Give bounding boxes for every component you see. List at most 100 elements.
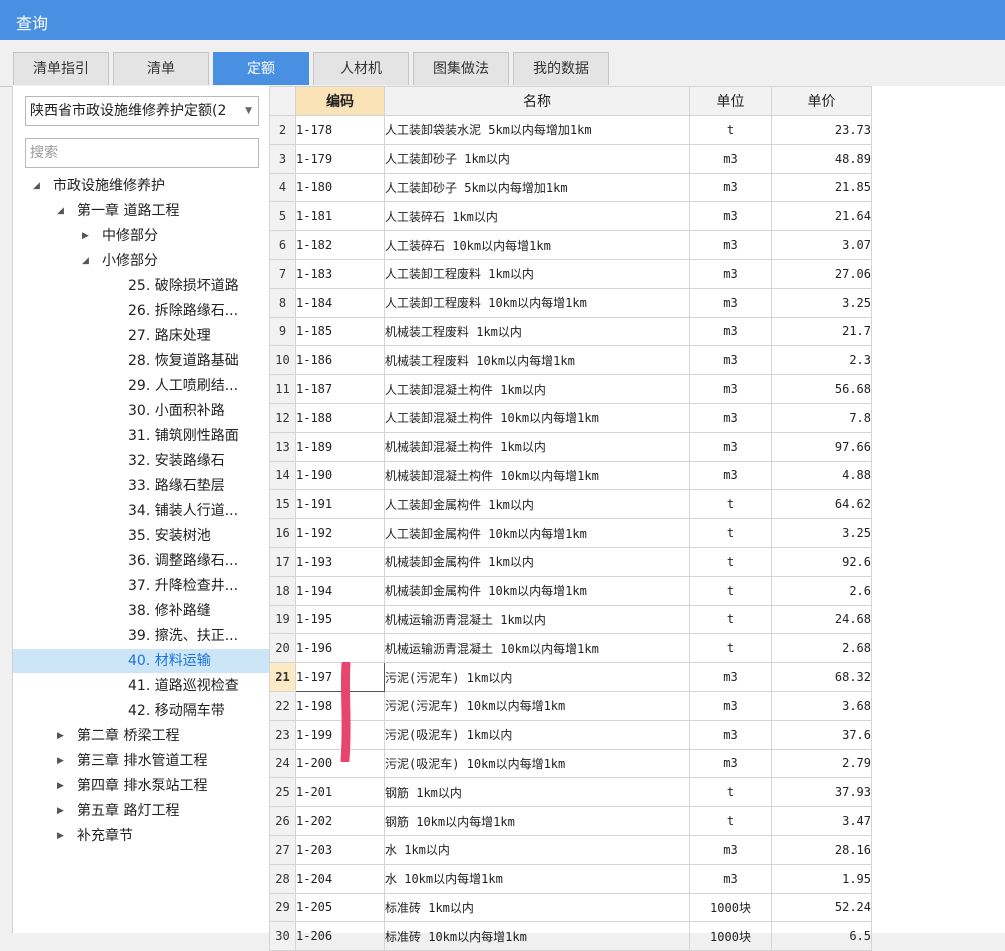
tree-node[interactable]: 33. 路缘石垫层 (13, 474, 270, 498)
table-row[interactable]: 22 1-198 污泥(污泥车) 10km以内每增1km m3 3.68 (269, 690, 872, 721)
price-cell[interactable]: 21.7 (771, 316, 872, 347)
code-cell[interactable]: 1-179 (295, 143, 385, 174)
unit-cell[interactable]: m3 (689, 662, 772, 692)
tab-atlas-method[interactable]: 图集做法 (413, 52, 509, 85)
code-cell[interactable]: 1-201 (295, 777, 385, 808)
name-cell[interactable]: 人工装卸砂子 1km以内 (384, 143, 690, 174)
unit-cell[interactable]: m3 (689, 460, 772, 491)
name-cell[interactable]: 机械装卸混凝土构件 10km以内每增1km (384, 460, 690, 491)
column-header-name[interactable]: 名称 (384, 86, 690, 116)
unit-cell[interactable]: t (689, 575, 772, 606)
row-number-cell[interactable]: 14 (269, 460, 296, 491)
name-cell[interactable]: 人工装卸金属构件 1km以内 (384, 489, 690, 520)
code-cell[interactable]: 1-194 (295, 575, 385, 606)
price-cell[interactable]: 21.64 (771, 201, 872, 232)
table-row[interactable]: 4 1-180 人工装卸砂子 5km以内每增加1km m3 21.85 (269, 172, 872, 203)
tree-node[interactable]: ◢ 第一章 道路工程 (13, 199, 270, 223)
row-number-cell[interactable]: 18 (269, 575, 296, 606)
table-row[interactable]: 28 1-204 水 10km以内每增1km m3 1.95 (269, 863, 872, 894)
price-cell[interactable]: 4.88 (771, 460, 872, 491)
row-number-cell[interactable]: 27 (269, 834, 296, 865)
unit-cell[interactable]: t (689, 633, 772, 664)
tree-node[interactable]: ▶ 第二章 桥梁工程 (13, 724, 270, 748)
table-row[interactable]: 20 1-196 机械运输沥青混凝土 10km以内每增1km t 2.68 (269, 633, 872, 664)
tree-node[interactable]: 30. 小面积补路 (13, 399, 270, 423)
caret-expanded-icon[interactable]: ◢ (57, 199, 64, 223)
name-cell[interactable]: 标准砖 10km以内每增1km (384, 921, 690, 951)
unit-cell[interactable]: m3 (689, 431, 772, 462)
row-number-cell[interactable]: 13 (269, 431, 296, 462)
row-number-cell[interactable]: 12 (269, 402, 296, 433)
unit-cell[interactable]: t (689, 546, 772, 577)
row-number-cell[interactable]: 22 (269, 690, 296, 721)
tree-node[interactable]: 38. 修补路缝 (13, 599, 270, 623)
tree-node[interactable]: 27. 路床处理 (13, 324, 270, 348)
name-cell[interactable]: 机械运输沥青混凝土 10km以内每增1km (384, 633, 690, 664)
column-header-price[interactable]: 单价 (771, 86, 872, 116)
code-cell[interactable]: 1-202 (295, 806, 385, 836)
name-cell[interactable]: 钢筋 1km以内 (384, 777, 690, 808)
unit-cell[interactable]: m3 (689, 287, 772, 318)
tree-node[interactable]: ◢ 小修部分 (13, 249, 270, 273)
tree-node[interactable]: 41. 道路巡视检查 (13, 674, 270, 698)
tree-node[interactable]: 31. 铺筑刚性路面 (13, 424, 270, 448)
unit-cell[interactable]: m3 (689, 316, 772, 347)
name-cell[interactable]: 人工装卸金属构件 10km以内每增1km (384, 518, 690, 548)
table-row[interactable]: 12 1-188 人工装卸混凝土构件 10km以内每增1km m3 7.8 (269, 402, 872, 433)
name-cell[interactable]: 机械装卸混凝土构件 1km以内 (384, 431, 690, 462)
code-cell[interactable]: 1-203 (295, 834, 385, 865)
row-number-cell[interactable]: 2 (269, 115, 296, 145)
code-cell[interactable]: 1-196 (295, 633, 385, 664)
row-number-cell[interactable]: 3 (269, 143, 296, 174)
code-cell[interactable]: 1-190 (295, 460, 385, 491)
price-cell[interactable]: 6.5 (771, 921, 872, 951)
name-cell[interactable]: 机械装工程废料 10km以内每增1km (384, 345, 690, 376)
code-cell[interactable]: 1-191 (295, 489, 385, 520)
code-cell[interactable]: 1-178 (295, 115, 385, 145)
caret-collapsed-icon[interactable]: ▶ (82, 224, 89, 248)
code-cell[interactable]: 1-185 (295, 316, 385, 347)
price-cell[interactable]: 21.85 (771, 172, 872, 203)
row-number-cell[interactable]: 15 (269, 489, 296, 520)
table-row[interactable]: 30 1-206 标准砖 10km以内每增1km 1000块 6.5 (269, 921, 872, 951)
price-cell[interactable]: 37.93 (771, 777, 872, 808)
tab-bill[interactable]: 清单 (113, 52, 209, 85)
unit-cell[interactable]: m3 (689, 719, 772, 750)
tree-node[interactable]: ▶ 第三章 排水管道工程 (13, 749, 270, 773)
price-cell[interactable]: 28.16 (771, 834, 872, 865)
unit-cell[interactable]: m3 (689, 690, 772, 721)
name-cell[interactable]: 污泥(污泥车) 1km以内 (384, 662, 690, 692)
caret-expanded-icon[interactable]: ◢ (33, 174, 40, 198)
unit-cell[interactable]: t (689, 604, 772, 635)
name-cell[interactable]: 人工装卸袋装水泥 5km以内每增加1km (384, 115, 690, 145)
price-cell[interactable]: 23.73 (771, 115, 872, 145)
row-number-cell[interactable]: 21 (269, 662, 296, 692)
name-cell[interactable]: 水 10km以内每增1km (384, 863, 690, 894)
unit-cell[interactable]: 1000块 (689, 921, 772, 951)
table-row[interactable]: 7 1-183 人工装卸工程废料 1km以内 m3 27.06 (269, 258, 872, 289)
search-input[interactable] (25, 138, 259, 168)
column-header-unit[interactable]: 单位 (689, 86, 772, 116)
table-row[interactable]: 24 1-200 污泥(吸泥车) 10km以内每增1km m3 2.79 (269, 748, 872, 779)
code-cell[interactable]: 1-184 (295, 287, 385, 318)
table-row[interactable]: 8 1-184 人工装卸工程废料 10km以内每增1km m3 3.25 (269, 287, 872, 318)
row-number-cell[interactable]: 17 (269, 546, 296, 577)
row-number-cell[interactable]: 25 (269, 777, 296, 808)
table-row[interactable]: 18 1-194 机械装卸金属构件 10km以内每增1km t 2.6 (269, 575, 872, 606)
unit-cell[interactable]: m3 (689, 258, 772, 289)
unit-cell[interactable]: m3 (689, 374, 772, 404)
table-row[interactable]: 27 1-203 水 1km以内 m3 28.16 (269, 834, 872, 865)
name-cell[interactable]: 标准砖 1km以内 (384, 892, 690, 923)
unit-cell[interactable]: m3 (689, 402, 772, 433)
caret-collapsed-icon[interactable]: ▶ (57, 749, 64, 773)
table-row[interactable]: 17 1-193 机械装卸金属构件 1km以内 t 92.6 (269, 546, 872, 577)
table-row[interactable]: 21 1-197 污泥(污泥车) 1km以内 m3 68.32 (269, 662, 872, 692)
unit-cell[interactable]: t (689, 115, 772, 145)
table-row[interactable]: 9 1-185 机械装工程废料 1km以内 m3 21.7 (269, 316, 872, 347)
row-number-cell[interactable]: 29 (269, 892, 296, 923)
price-cell[interactable]: 2.68 (771, 633, 872, 664)
name-cell[interactable]: 人工装卸工程废料 10km以内每增1km (384, 287, 690, 318)
price-cell[interactable]: 37.6 (771, 719, 872, 750)
price-cell[interactable]: 2.79 (771, 748, 872, 779)
tree-node[interactable]: 25. 破除损坏道路 (13, 274, 270, 298)
